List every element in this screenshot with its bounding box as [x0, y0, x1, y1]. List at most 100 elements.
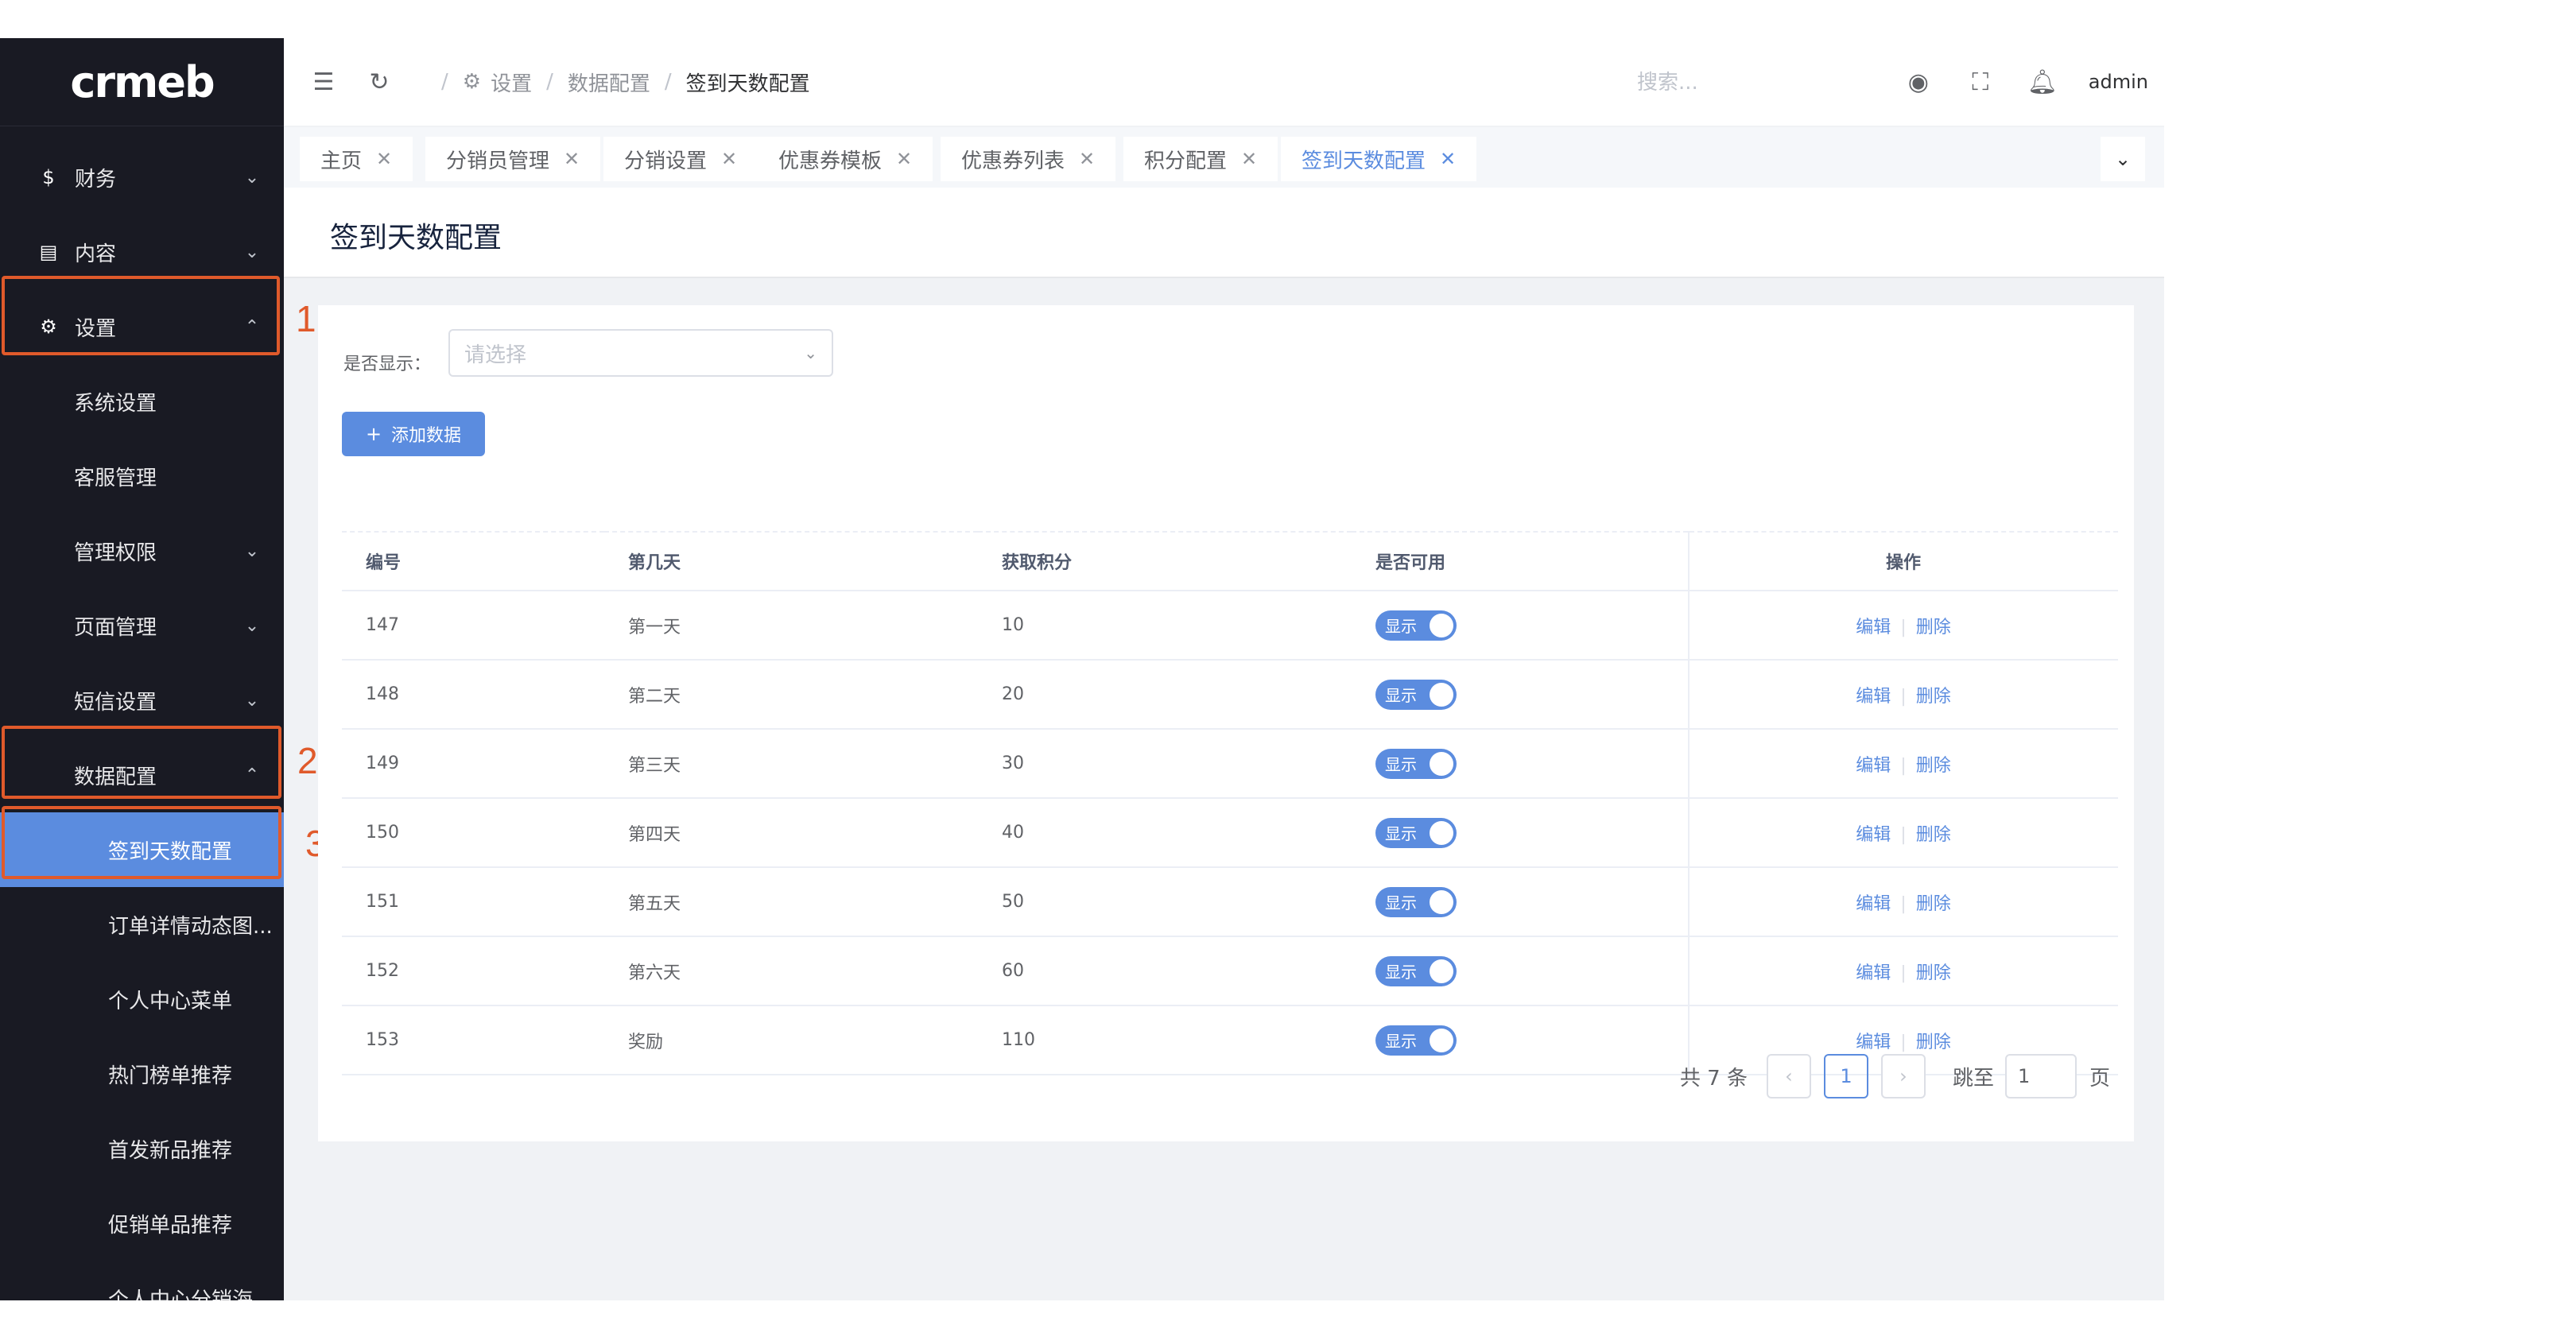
sidebar-item-label: 促销单品推荐 [108, 1213, 233, 1238]
chevron-down-icon: ⌄ [244, 690, 260, 711]
tab-signin-days-config[interactable]: 签到天数配置 ✕ [1281, 137, 1477, 181]
close-icon[interactable]: ✕ [1241, 148, 1257, 170]
tab-points-config[interactable]: 积分配置 ✕ [1123, 137, 1278, 181]
toggle-knob [1430, 751, 1453, 776]
sidebar-item-customer-service[interactable]: 客服管理 [0, 439, 284, 513]
edit-link[interactable]: 编辑 [1856, 756, 1891, 776]
gear-icon: ⚙ [462, 70, 482, 94]
breadcrumb-separator: / [546, 70, 553, 94]
close-icon[interactable]: ✕ [564, 148, 580, 170]
sidebar-item-content[interactable]: ▤ 内容 ⌄ [0, 215, 284, 289]
close-icon[interactable]: ✕ [896, 148, 912, 170]
cell-points: 30 [978, 729, 1352, 799]
cell-id: 150 [342, 798, 604, 868]
tab-label: 分销设置 [624, 149, 708, 173]
prev-page-button[interactable]: ‹ [1766, 1054, 1811, 1098]
table-row: 150 第四天 40 显示 编辑 | 删除 [342, 798, 2118, 868]
toggle-knob [1430, 682, 1453, 707]
page-number-current[interactable]: 1 [1823, 1054, 1868, 1098]
edit-link[interactable]: 编辑 [1856, 687, 1891, 707]
tab-distributor-management[interactable]: 分销员管理 ✕ [425, 137, 601, 181]
tab-label: 签到天数配置 [1302, 149, 1426, 173]
logo: crmeb [0, 38, 284, 126]
status-toggle[interactable]: 显示 [1375, 886, 1457, 917]
sidebar-item-label: 首发新品推荐 [108, 1138, 233, 1163]
delete-link[interactable]: 删除 [1916, 687, 1951, 707]
edit-link[interactable]: 编辑 [1856, 1033, 1891, 1052]
tab-home[interactable]: 主页 ✕ [300, 137, 413, 181]
refresh-icon[interactable]: ↻ [363, 68, 395, 96]
sidebar-item-page-management[interactable]: 页面管理 ⌄ [0, 588, 284, 663]
sidebar-item-promo-products[interactable]: 促销单品推荐 [0, 1186, 284, 1261]
delete-link[interactable]: 删除 [1916, 963, 1951, 983]
sidebar-item-finance[interactable]: $ 财务 ⌄ [0, 140, 284, 215]
add-data-button[interactable]: + 添加数据 [342, 412, 485, 456]
cell-id: 149 [342, 729, 604, 799]
status-toggle[interactable]: 显示 [1375, 817, 1457, 848]
divider: | [1900, 1032, 1907, 1052]
divider: | [1900, 686, 1907, 707]
delete-link[interactable]: 删除 [1916, 894, 1951, 914]
edit-link[interactable]: 编辑 [1856, 894, 1891, 914]
breadcrumb-item[interactable]: 数据配置 [568, 68, 650, 97]
sidebar-item-data-config[interactable]: 数据配置 ⌃ [0, 738, 284, 812]
sidebar-item-settings[interactable]: ⚙ 设置 ⌃ [0, 289, 284, 364]
delete-link[interactable]: 删除 [1916, 825, 1951, 845]
tab-coupon-template[interactable]: 优惠券模板 ✕ [758, 137, 933, 181]
status-toggle[interactable]: 显示 [1375, 748, 1457, 779]
status-toggle[interactable]: 显示 [1375, 955, 1457, 986]
page-header: 签到天数配置 [284, 188, 2164, 278]
sidebar-item-new-products[interactable]: 首发新品推荐 [0, 1111, 284, 1186]
sidebar-item-sms-settings[interactable]: 短信设置 ⌄ [0, 663, 284, 738]
cell-points: 110 [978, 1005, 1352, 1075]
toggle-label: 显示 [1385, 893, 1417, 912]
sidebar-item-signin-days[interactable]: 签到天数配置 [0, 812, 284, 887]
sidebar-item-distribution-poster[interactable]: 个人中心分销海报... [0, 1261, 284, 1301]
cell-points: 10 [978, 591, 1352, 661]
dollar-icon: $ [42, 166, 55, 188]
breadcrumb-item[interactable]: 设置 [491, 68, 532, 97]
edit-link[interactable]: 编辑 [1856, 825, 1891, 845]
fullscreen-icon[interactable]: ⛶ [1965, 68, 1996, 96]
search-input[interactable] [1635, 65, 1845, 100]
status-toggle[interactable]: 显示 [1375, 679, 1457, 710]
sidebar-item-hot-ranking[interactable]: 热门榜单推荐 [0, 1036, 284, 1111]
tags-dropdown-button[interactable]: ⌄ [2101, 137, 2145, 181]
delete-link[interactable]: 删除 [1916, 1033, 1951, 1052]
callout-number: 2 [297, 740, 318, 781]
delete-link[interactable]: 删除 [1916, 756, 1951, 776]
edit-link[interactable]: 编辑 [1856, 618, 1891, 637]
cell-id: 153 [342, 1005, 604, 1075]
bell-icon[interactable]: 🔔︎ [2027, 68, 2058, 96]
divider: | [1900, 893, 1907, 914]
jump-page-input[interactable] [2004, 1054, 2077, 1098]
close-icon[interactable]: ✕ [376, 148, 392, 170]
top-header: ☰ ↻ / ⚙ 设置 / 数据配置 / 签到天数配置 ◉ ⛶ 🔔︎ admin [284, 38, 2164, 126]
filter-label: 是否显示： [343, 355, 432, 374]
sidebar-item-order-dynamic[interactable]: 订单详情动态图... [0, 887, 284, 962]
breadcrumb: / ⚙ 设置 / 数据配置 / 签到天数配置 [427, 68, 810, 97]
status-toggle[interactable]: 显示 [1375, 1025, 1457, 1056]
data-table: 编号 第几天 获取积分 是否可用 操作 147 第一天 10 显示 编辑 | 删除 … [342, 531, 2118, 1075]
close-icon[interactable]: ✕ [721, 148, 737, 170]
status-toggle[interactable]: 显示 [1375, 610, 1457, 641]
header-actions: ◉ ⛶ 🔔︎ admin [1903, 38, 2164, 126]
next-page-button[interactable]: › [1880, 1054, 1926, 1098]
sidebar-item-user-center-menu[interactable]: 个人中心菜单 [0, 962, 284, 1036]
tab-distribution-settings[interactable]: 分销设置 ✕ [603, 137, 758, 181]
sidebar-item-system-settings[interactable]: 系统设置 [0, 364, 284, 439]
column-header: 操作 [1688, 531, 2118, 591]
menu-collapse-icon[interactable]: ☰ [308, 68, 339, 96]
sidebar-item-label: 内容 [75, 242, 117, 266]
close-icon[interactable]: ✕ [1079, 148, 1095, 170]
delete-link[interactable]: 删除 [1916, 618, 1951, 637]
target-icon[interactable]: ◉ [1903, 68, 1934, 96]
tab-coupon-list[interactable]: 优惠券列表 ✕ [941, 137, 1116, 181]
sidebar-item-permissions[interactable]: 管理权限 ⌄ [0, 513, 284, 588]
toggle-label: 显示 [1385, 1032, 1417, 1051]
edit-link[interactable]: 编辑 [1856, 963, 1891, 983]
close-icon[interactable]: ✕ [1440, 148, 1456, 170]
divider: | [1900, 755, 1907, 776]
user-menu[interactable]: admin [2089, 71, 2148, 93]
visibility-select[interactable]: 请选择 ⌄ [448, 329, 833, 377]
